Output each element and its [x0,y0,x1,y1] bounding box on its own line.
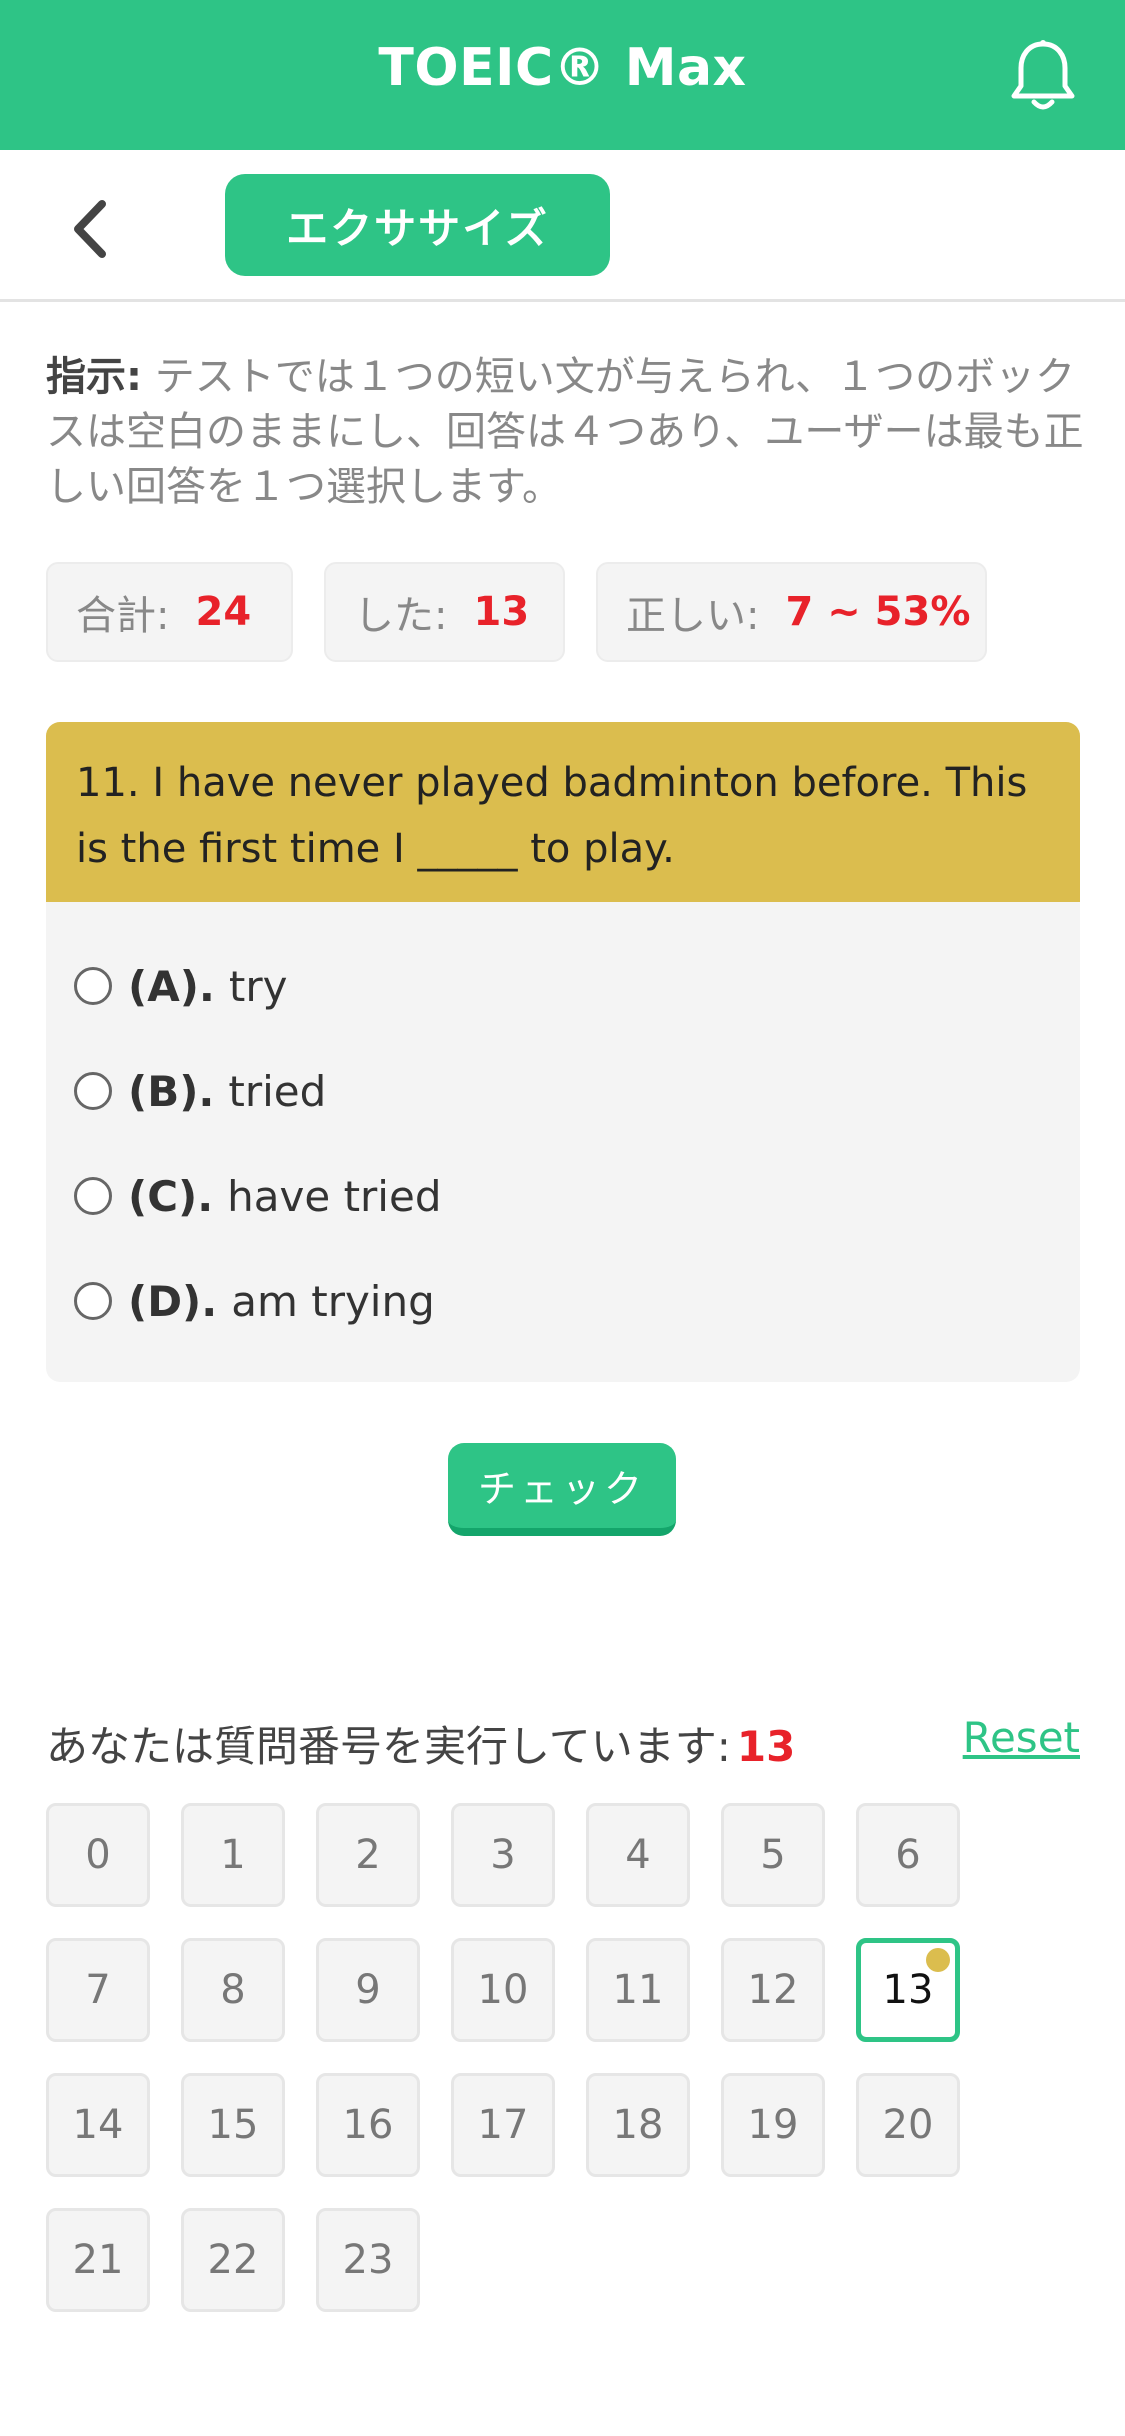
number-label: 17 [477,2102,529,2148]
current-question-number: 13 [736,1722,796,1771]
back-chevron-icon[interactable] [62,194,122,264]
stat-done: した: 13 [324,562,565,662]
number-label: 3 [490,1832,516,1878]
question-number-button[interactable]: 10 [451,1938,555,2042]
option-a[interactable]: (A). try [74,956,287,1016]
number-label: 4 [625,1832,651,1878]
question-number-button[interactable]: 9 [316,1938,420,2042]
instructions: 指示: テストでは１つの短い文が与えられ、１つのボックスは空白のままにし、回答は… [46,350,1086,515]
number-label: 6 [895,1832,921,1878]
current-indicator-dot [926,1948,950,1972]
number-label: 2 [355,1832,381,1878]
question-number-button[interactable]: 8 [181,1938,285,2042]
number-label: 0 [85,1832,111,1878]
instructions-text: テストでは１つの短い文が与えられ、１つのボックスは空白のままにし、回答は４つあり… [46,354,1084,510]
question-number-button[interactable]: 1 [181,1803,285,1907]
number-label: 22 [207,2237,259,2283]
number-label: 16 [342,2102,394,2148]
check-button[interactable]: チェック [448,1443,676,1536]
app-title: TOEIC® Max [378,38,747,98]
question-number-button[interactable]: 12 [721,1938,825,2042]
number-label: 7 [85,1967,111,2013]
instructions-label: 指示: [46,354,142,400]
progress-text: あなたは質問番号を実行しています: 13 [46,1713,795,1774]
question-number-button[interactable]: 5 [721,1803,825,1907]
stat-correct-value: 7 ~ 53% [785,589,971,635]
radio-button[interactable] [74,967,112,1005]
number-label: 8 [220,1967,246,2013]
question-text: 11. I have never played badminton before… [46,722,1080,902]
option-c[interactable]: (C). have tried [74,1166,441,1226]
question-number-button[interactable]: 3 [451,1803,555,1907]
exercise-button[interactable]: エクササイズ [225,174,610,276]
stat-total-value: 24 [195,589,252,635]
question-number-button[interactable]: 18 [586,2073,690,2177]
question-number-button[interactable]: 15 [181,2073,285,2177]
option-label: (A). [128,961,215,1011]
question-number-button[interactable]: 19 [721,2073,825,2177]
option-label: (B). [128,1066,215,1116]
stat-total: 合計: 24 [46,562,293,662]
number-label: 9 [355,1967,381,2013]
question-number-button[interactable]: 4 [586,1803,690,1907]
option-text: tried [228,1066,327,1116]
number-label: 1 [220,1832,246,1878]
number-label: 23 [342,2237,394,2283]
number-label: 10 [477,1967,529,2013]
option-d[interactable]: (D). am trying [74,1271,435,1331]
question-number-button[interactable]: 20 [856,2073,960,2177]
radio-button[interactable] [74,1282,112,1320]
number-label: 19 [747,2102,799,2148]
question-number-button[interactable]: 14 [46,2073,150,2177]
question-number-button[interactable]: 7 [46,1938,150,2042]
question-card: 11. I have never played badminton before… [46,722,1080,1382]
option-b[interactable]: (B). tried [74,1061,326,1121]
option-text: have tried [227,1171,442,1221]
stat-correct-label: 正しい: [626,593,760,639]
progress-label: あなたは質問番号を実行しています: [46,1722,731,1771]
question-number-button-current[interactable]: 13 [856,1938,960,2042]
sub-header: エクササイズ [0,150,1125,302]
radio-button[interactable] [74,1177,112,1215]
stat-correct: 正しい: 7 ~ 53% [596,562,987,662]
question-number-button[interactable]: 23 [316,2208,420,2312]
bell-icon[interactable] [1008,38,1078,114]
number-label: 21 [72,2237,124,2283]
number-label: 13 [882,1967,934,2013]
number-label: 15 [207,2102,259,2148]
question-number-button[interactable]: 17 [451,2073,555,2177]
question-number-button[interactable]: 0 [46,1803,150,1907]
number-label: 18 [612,2102,664,2148]
question-number-button[interactable]: 6 [856,1803,960,1907]
question-number-button[interactable]: 16 [316,2073,420,2177]
option-text: am trying [231,1276,435,1326]
question-number-button[interactable]: 22 [181,2208,285,2312]
app-header: TOEIC® Max [0,0,1125,150]
number-label: 11 [612,1967,664,2013]
number-label: 5 [760,1832,786,1878]
number-label: 20 [882,2102,934,2148]
option-label: (C). [128,1171,214,1221]
option-text: try [228,961,288,1011]
question-number-button[interactable]: 11 [586,1938,690,2042]
stat-total-label: 合計: [76,593,170,639]
stat-done-label: した: [354,593,448,639]
number-label: 12 [747,1967,799,2013]
option-label: (D). [128,1276,218,1326]
question-number-button[interactable]: 2 [316,1803,420,1907]
radio-button[interactable] [74,1072,112,1110]
number-label: 14 [72,2102,124,2148]
stat-done-value: 13 [473,589,530,635]
question-number-button[interactable]: 21 [46,2208,150,2312]
reset-link[interactable]: Reset [963,1713,1080,1762]
